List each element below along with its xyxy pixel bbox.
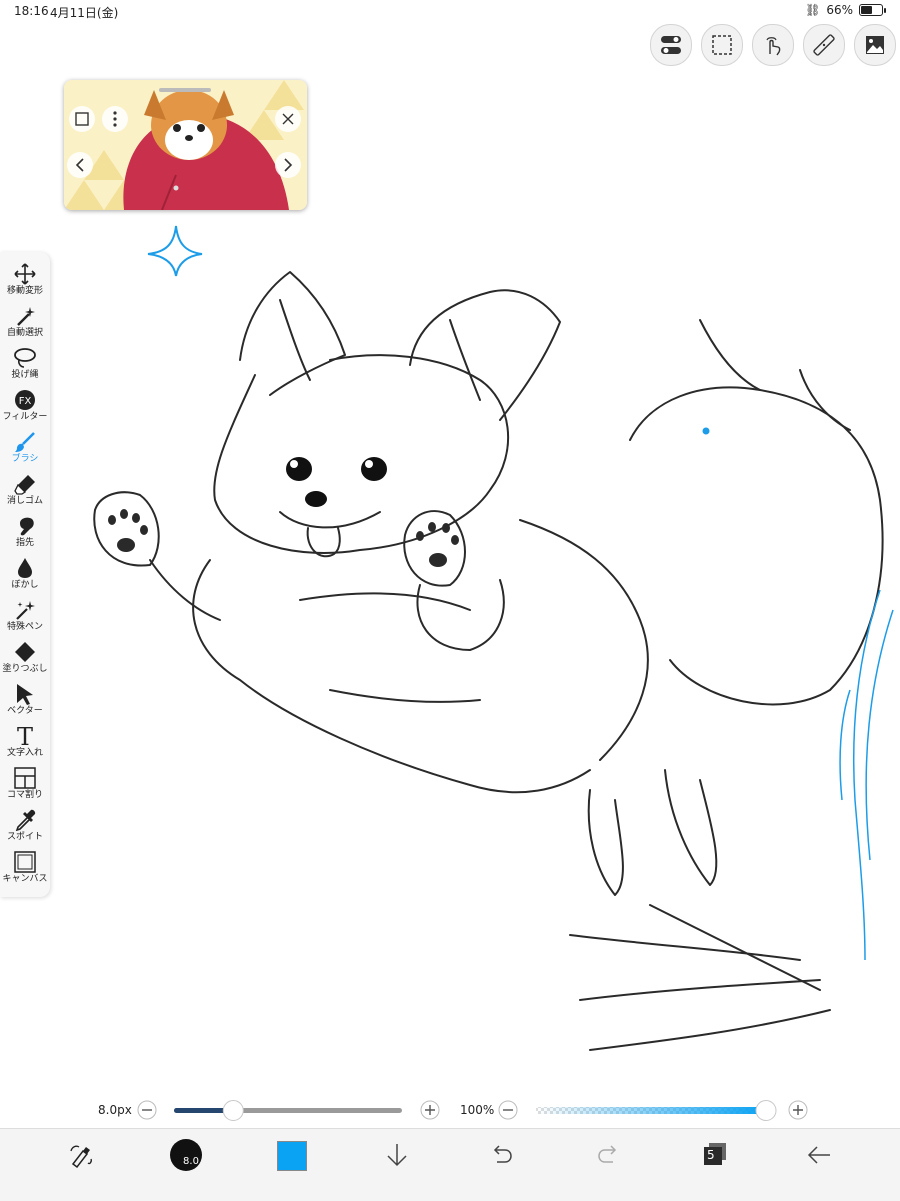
brush-size-label: 8.0px [98,1103,132,1117]
blur-icon [14,556,36,580]
brush-icon [14,430,36,454]
tool-blur[interactable]: ぼかし [0,556,50,598]
tool-label: 塗りつぶし [2,664,48,674]
tool-move[interactable]: 移動変形 [0,262,50,304]
canvas-icon [14,850,36,874]
gesture-icon[interactable] [752,24,794,66]
brush-size-knob[interactable] [222,1100,244,1121]
layers-button[interactable]: 5 [700,1139,730,1169]
download-icon[interactable] [383,1141,411,1169]
tool-canvas[interactable]: キャンバス [0,850,50,892]
svg-text:FX: FX [19,396,32,407]
tool-label: 消しゴム [6,496,43,506]
top-toolbar [650,24,896,66]
tool-label: ベクター [7,706,43,716]
tool-text[interactable]: T 文字入れ [0,724,50,766]
tool-lasso[interactable]: 投げ縄 [0,346,50,388]
reference-image [64,80,307,210]
brush-size-minus-button[interactable] [137,1100,157,1120]
color-swatch[interactable] [277,1141,307,1171]
magic-wand-icon [14,304,36,328]
vector-icon [14,682,36,706]
layer-count: 5 [707,1148,715,1162]
brush-preview[interactable]: 8.0 [170,1139,202,1171]
brush-preview-value: 8.0 [183,1155,199,1167]
pen-eraser-swap-icon[interactable] [66,1141,96,1171]
tool-label: 自動選択 [6,328,43,338]
status-time: 18:16 [14,4,49,18]
opacity-plus-button[interactable] [788,1100,808,1120]
more-icon[interactable] [102,106,128,132]
smudge-icon [14,514,36,538]
status-right: ⛓ 66% [805,3,886,17]
link-icon: ⛓ [805,3,821,17]
tool-label: フィルター [2,412,48,422]
special-pen-icon [14,598,36,622]
tool-label: 指先 [15,538,34,548]
brush-size-slider[interactable] [174,1100,402,1121]
image-icon[interactable] [854,24,896,66]
reference-window[interactable] [64,80,307,210]
opacity-minus-button[interactable] [498,1100,518,1120]
lasso-icon [13,346,37,370]
svg-text:T: T [17,724,33,748]
tool-brush[interactable]: ブラシ [0,430,50,472]
toggles-icon[interactable] [650,24,692,66]
tool-label: スポイト [6,832,43,842]
tool-magic-wand[interactable]: 自動選択 [0,304,50,346]
reference-drag-handle[interactable] [159,88,211,92]
chevron-right-icon[interactable] [275,152,301,178]
tool-label: キャンバス [2,874,48,884]
undo-icon[interactable] [488,1141,516,1169]
opacity-knob[interactable] [755,1100,777,1121]
text-icon: T [14,724,36,748]
frame-divider-icon [14,766,36,790]
tool-label: ブラシ [11,454,39,464]
battery-icon [859,4,883,16]
move-icon [14,262,36,286]
eyedropper-icon [14,808,36,832]
tool-label: 移動変形 [6,286,43,296]
fx-icon: FX [14,388,36,412]
tool-smudge[interactable]: 指先 [0,514,50,556]
close-icon[interactable] [275,106,301,132]
fill-icon [14,640,36,664]
ruler-icon[interactable] [803,24,845,66]
status-bar: 18:16 4月11日(金) ⛓ 66% [0,0,900,22]
tool-special-pen[interactable]: 特殊ペン [0,598,50,640]
tool-panel: 移動変形自動選択投げ縄 FX フィルターブラシ消しゴム指先ぼかし特殊ペン塗りつぶしベ… [0,252,50,897]
square-icon[interactable] [69,106,95,132]
slider-bar: 8.0px 100% [0,1097,900,1125]
tool-label: コマ割り [6,790,43,800]
tool-label: 文字入れ [6,748,43,758]
brush-size-plus-button[interactable] [420,1100,440,1120]
tool-eraser[interactable]: 消しゴム [0,472,50,514]
battery-percent: 66% [826,3,853,17]
tool-eyedropper[interactable]: スポイト [0,808,50,850]
eraser-icon [14,472,36,496]
chevron-left-icon[interactable] [67,152,93,178]
tool-fill[interactable]: 塗りつぶし [0,640,50,682]
layers-icon [704,1143,726,1165]
tool-label: 特殊ペン [6,622,43,632]
back-arrow-icon[interactable] [805,1141,833,1169]
tool-frame-divider[interactable]: コマ割り [0,766,50,808]
tool-fx[interactable]: FX フィルター [0,388,50,430]
bottom-toolbar: 8.0 5 [0,1128,900,1201]
tool-label: 投げ縄 [11,370,39,380]
opacity-slider[interactable] [536,1100,777,1121]
selection-icon[interactable] [701,24,743,66]
battery-cap [884,7,886,13]
redo-icon[interactable] [594,1141,622,1169]
status-date: 4月11日(金) [50,6,119,20]
tool-vector[interactable]: ベクター [0,682,50,724]
opacity-label: 100% [460,1103,495,1117]
tool-label: ぼかし [11,580,39,590]
